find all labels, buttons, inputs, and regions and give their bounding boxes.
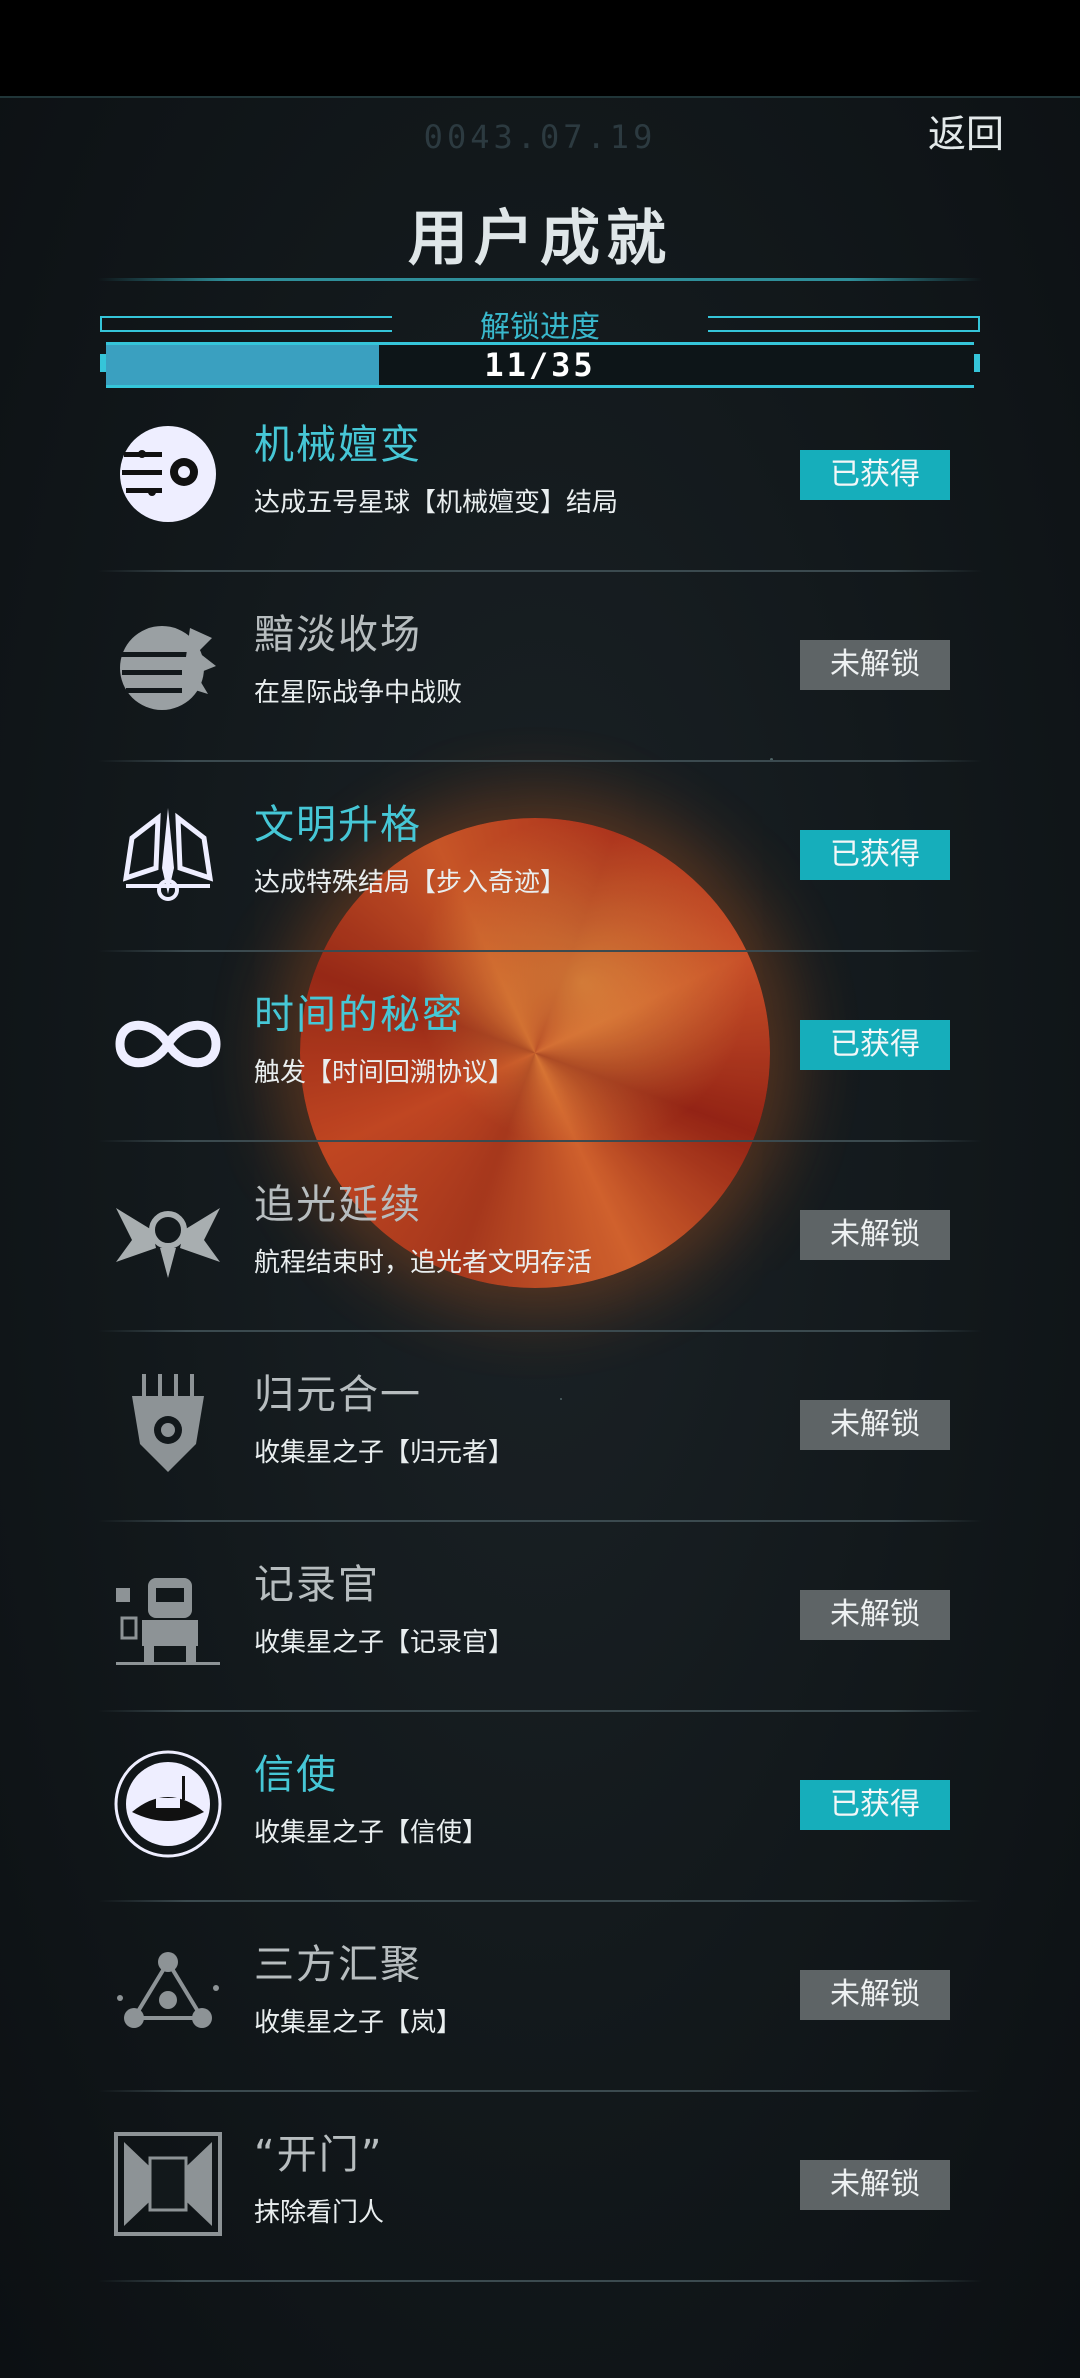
shattered-planet-icon <box>112 608 224 720</box>
status-badge-obtained: 已获得 <box>800 1780 950 1830</box>
triangle-nodes-icon <box>112 1938 224 2050</box>
winged-ship-icon <box>112 1178 224 1290</box>
status-badge-obtained: 已获得 <box>800 450 950 500</box>
status-badge-locked: 未解锁 <box>800 1210 950 1260</box>
status-badge-obtained: 已获得 <box>800 1020 950 1070</box>
progress-label: 解锁进度 <box>480 310 600 345</box>
game-date: 0043.07.19 <box>423 118 657 156</box>
achievement-name: 记录官 <box>254 1562 380 1608</box>
achievement-description: 达成五号星球【机械嬗变】结局 <box>254 488 619 518</box>
achievement-row[interactable]: 三方汇聚收集星之子【岚】 未解锁 <box>98 1902 982 2092</box>
messenger-ship-icon <box>112 1748 224 1860</box>
winged-emblem-icon <box>112 798 224 910</box>
achievement-description: 航程结束时，追光者文明存活 <box>254 1248 593 1278</box>
achievement-description: 触发【时间回溯协议】 <box>254 1058 515 1088</box>
achievement-row[interactable]: 信使收集星之子【信使】 已获得 <box>98 1712 982 1902</box>
achievement-description: 达成特殊结局【步入奇迹】 <box>254 868 567 898</box>
progress-count: 11/35 <box>484 346 596 384</box>
unlock-progress: 解锁进度 11/35 <box>100 310 980 388</box>
recorder-robot-icon <box>112 1558 224 1670</box>
status-badge-obtained: 已获得 <box>800 830 950 880</box>
achievement-list[interactable]: 机械嬗变 达成五号星球【机械嬗变】结局 已获得 黯淡收场 在星际战争中战败 未解锁 文明升格… <box>98 382 982 2282</box>
achievements-panel: 0043.07.19 返回 用户成就 解锁进度 11/35 机械嬗变达成五号星球… <box>0 96 1080 2378</box>
achievement-name: 追光延续 <box>254 1182 422 1228</box>
achievement-row[interactable]: 机械嬗变达成五号星球【机械嬗变】结局 已获得 <box>98 382 982 572</box>
achievement-description: 收集星之子【信使】 <box>254 1818 489 1848</box>
achievement-row[interactable]: 归元合一收集星之子【归元者】 未解锁 <box>98 1332 982 1522</box>
status-badge-locked: 未解锁 <box>800 2160 950 2210</box>
achievement-name: “开门” <box>254 2132 384 2178</box>
achievement-row[interactable]: 黯淡收场在星际战争中战败 未解锁 <box>98 572 982 762</box>
achievement-description: 在星际战争中战败 <box>254 678 463 708</box>
achievement-name: 归元合一 <box>254 1372 422 1418</box>
gate-icon <box>112 2128 224 2240</box>
achievement-description: 收集星之子【归元者】 <box>254 1438 515 1468</box>
achievement-row[interactable]: 文明升格达成特殊结局【步入奇迹】 已获得 <box>98 762 982 952</box>
status-badge-locked: 未解锁 <box>800 1400 950 1450</box>
achievement-description: 收集星之子【岚】 <box>254 2008 463 2038</box>
achievement-row[interactable]: 时间的秘密触发【时间回溯协议】 已获得 <box>98 952 982 1142</box>
mask-icon <box>112 1368 224 1480</box>
status-badge-locked: 未解锁 <box>800 1970 950 2020</box>
title-divider <box>98 278 982 281</box>
achievement-name: 文明升格 <box>254 802 422 848</box>
achievement-name: 机械嬗变 <box>254 422 422 468</box>
achievement-description: 收集星之子【记录官】 <box>254 1628 515 1658</box>
achievement-row[interactable]: 记录官收集星之子【记录官】 未解锁 <box>98 1522 982 1712</box>
page-title: 用户成就 <box>408 204 672 274</box>
achievement-name: 三方汇聚 <box>254 1942 422 1988</box>
achievement-name: 时间的秘密 <box>254 992 464 1038</box>
status-badge-locked: 未解锁 <box>800 640 950 690</box>
achievement-row[interactable]: “开门” 抹除看门人 未解锁 <box>98 2092 982 2282</box>
achievement-name: 黯淡收场 <box>254 612 422 658</box>
achievement-row[interactable]: 追光延续航程结束时，追光者文明存活 未解锁 <box>98 1142 982 1332</box>
achievement-name: 信使 <box>254 1752 338 1798</box>
infinity-icon <box>112 988 224 1100</box>
robot-eye-icon <box>112 418 224 530</box>
row-divider <box>98 2280 982 2282</box>
back-button[interactable]: 返回 <box>928 110 1014 158</box>
achievement-description: 抹除看门人 <box>254 2198 385 2228</box>
status-badge-locked: 未解锁 <box>800 1590 950 1640</box>
